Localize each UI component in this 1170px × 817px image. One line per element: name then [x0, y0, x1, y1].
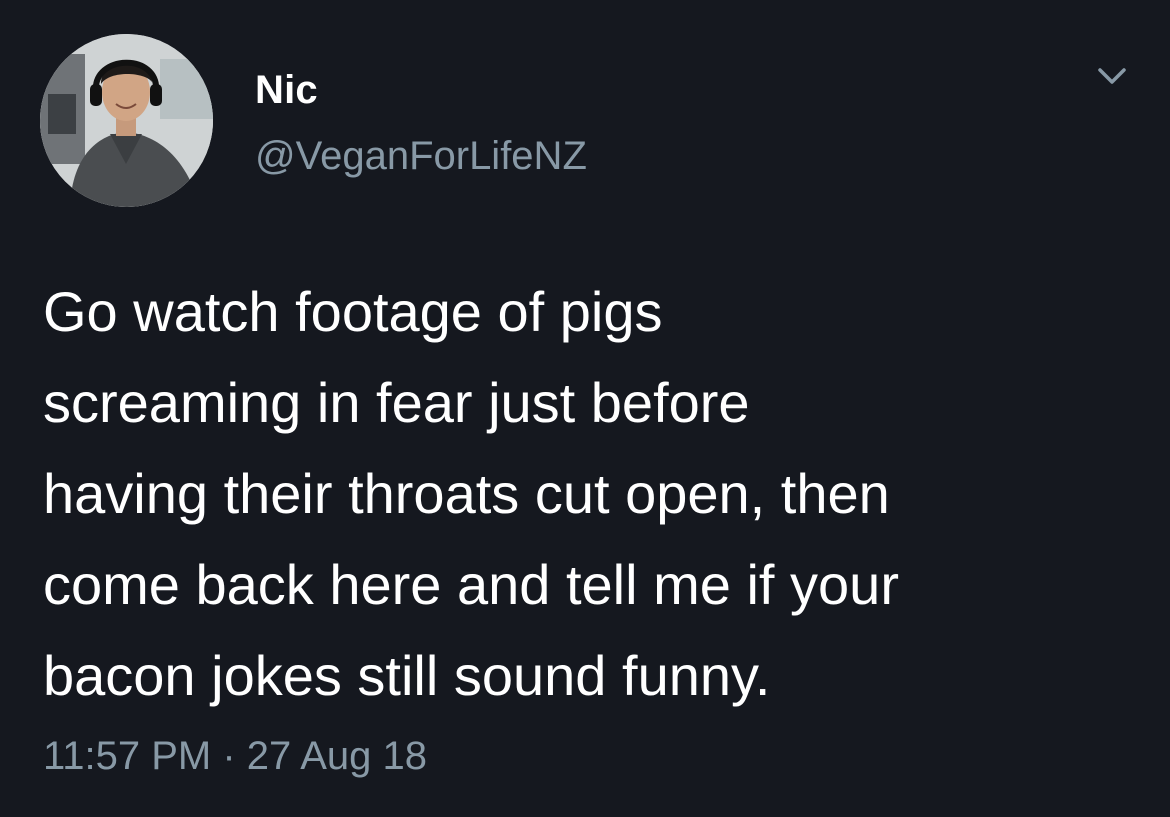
timestamp-separator: ·: [211, 734, 247, 778]
tweet-text-line: bacon jokes still sound funny.: [43, 644, 771, 707]
tweet-text: Go watch footage of pigs screaming in fe…: [43, 266, 1153, 721]
tweet-text-line: come back here and tell me if your: [43, 553, 899, 616]
profile-photo-icon: [40, 34, 213, 207]
author-avatar[interactable]: [40, 34, 213, 207]
tweet-time: 11:57 PM: [43, 734, 212, 778]
tweet-text-line: having their throats cut open, then: [43, 462, 890, 525]
tweet-text-line: Go watch footage of pigs: [43, 280, 663, 343]
author-handle[interactable]: @VeganForLifeNZ: [255, 132, 587, 180]
tweet-timestamp[interactable]: 11:57 PM · 27 Aug 18: [43, 732, 427, 780]
author-display-name[interactable]: Nic: [255, 66, 318, 114]
chevron-down-icon[interactable]: [1092, 62, 1132, 92]
tweet-card: Nic @VeganForLifeNZ Go watch footage of …: [0, 0, 1170, 817]
tweet-text-line: screaming in fear just before: [43, 371, 750, 434]
tweet-date: 27 Aug 18: [246, 734, 427, 778]
